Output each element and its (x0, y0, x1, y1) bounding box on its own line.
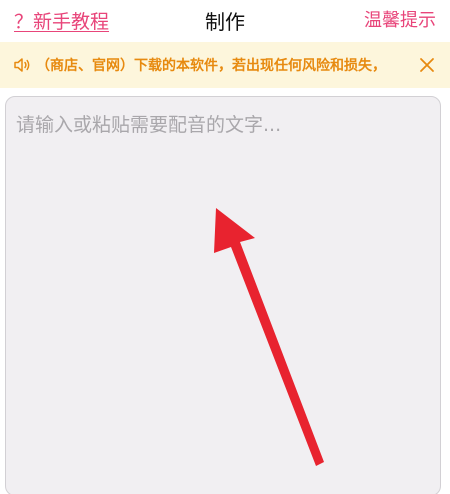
notice-text: （商店、官网）下载的本软件，若出现任何风险和损失， (36, 58, 386, 74)
notice-marquee: （商店、官网）下载的本软件，若出现任何风险和损失， (36, 42, 396, 88)
notice-bar: （商店、官网）下载的本软件，若出现任何风险和损失， (0, 42, 450, 88)
speaker-icon (14, 58, 30, 72)
beginner-tutorial-link[interactable]: ？新手教程 (14, 7, 109, 34)
close-icon[interactable] (416, 54, 438, 76)
tips-link[interactable]: 温馨提示 (364, 6, 436, 32)
dubbing-text-input[interactable] (6, 97, 440, 494)
screen: ？新手教程 制作 温馨提示 （商店、官网）下载的本软件，若出现任何风险和损失， (0, 0, 450, 494)
text-input-box (5, 96, 441, 494)
top-navbar: ？新手教程 制作 温馨提示 (0, 0, 450, 40)
